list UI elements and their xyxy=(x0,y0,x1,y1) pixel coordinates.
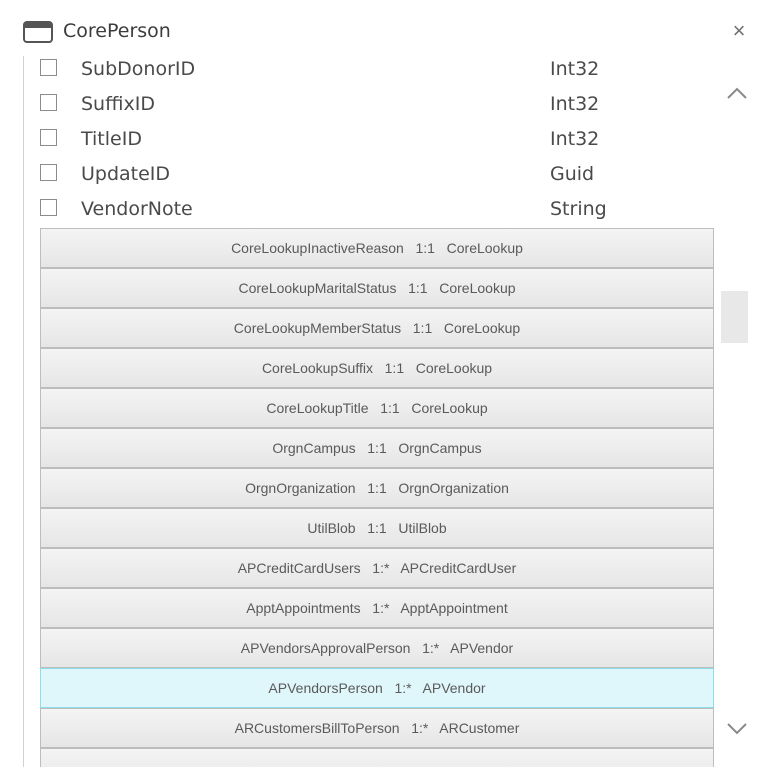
relation-button[interactable]: CoreLookupTitle 1:1 CoreLookup xyxy=(40,388,714,428)
field-name: SubDonorID xyxy=(81,58,196,80)
field-name: VendorNote xyxy=(81,198,193,220)
field-name: TitleID xyxy=(81,128,142,150)
title-bar: CorePerson × xyxy=(0,0,758,56)
field-checkbox[interactable] xyxy=(40,59,57,76)
field-row: SuffixID Int32 xyxy=(24,91,718,126)
field-name: UpdateID xyxy=(81,163,171,185)
window-title: CorePerson xyxy=(63,20,171,42)
vertical-scrollbar[interactable] xyxy=(717,56,758,767)
relation-button[interactable]: ApptAppointments 1:* ApptAppointment xyxy=(40,588,714,628)
field-type: String xyxy=(550,198,607,220)
relation-button[interactable]: CoreLookupSuffix 1:1 CoreLookup xyxy=(40,348,714,388)
field-list: SubDonorID Int32 SuffixID Int32 TitleID Int32… xyxy=(24,56,718,231)
field-row: UpdateID Guid xyxy=(24,161,718,196)
relation-button[interactable]: UtilBlob 1:1 UtilBlob xyxy=(40,508,714,548)
field-type: Int32 xyxy=(550,58,600,80)
relationship-list: CoreLookupInactiveReason 1:1 CoreLookup C… xyxy=(40,228,714,767)
relation-button[interactable]: OrgnCampus 1:1 OrgnCampus xyxy=(40,428,714,468)
field-type: Int32 xyxy=(550,93,600,115)
field-type: Guid xyxy=(550,163,595,185)
relation-button[interactable]: OrgnOrganization 1:1 OrgnOrganization xyxy=(40,468,714,508)
window-icon xyxy=(23,21,53,43)
relation-button[interactable]: APCreditCardUsers 1:* APCreditCardUser xyxy=(40,548,714,588)
relation-button[interactable]: ARCustomersBillToPerson 1:* ARCustomer xyxy=(40,708,714,748)
scrollbar-thumb[interactable] xyxy=(721,291,748,343)
chevron-up-icon[interactable] xyxy=(726,84,748,102)
relation-button[interactable]: APVendorsApprovalPerson 1:* APVendor xyxy=(40,628,714,668)
field-checkbox[interactable] xyxy=(40,129,57,146)
field-checkbox[interactable] xyxy=(40,199,57,216)
field-row: TitleID Int32 xyxy=(24,126,718,161)
relation-button[interactable]: CoreLookupMaritalStatus 1:1 CoreLookup xyxy=(40,268,714,308)
relation-button[interactable]: CoreLookupInactiveReason 1:1 CoreLookup xyxy=(40,228,714,268)
entity-content: SubDonorID Int32 SuffixID Int32 TitleID Int32… xyxy=(23,56,719,767)
field-type: Int32 xyxy=(550,128,600,150)
relation-button[interactable] xyxy=(40,748,714,767)
field-row: VendorNote String xyxy=(24,196,718,231)
field-checkbox[interactable] xyxy=(40,94,57,111)
chevron-down-icon[interactable] xyxy=(726,720,748,738)
relation-button-selected[interactable]: APVendorsPerson 1:* APVendor xyxy=(40,668,714,708)
relation-button[interactable]: CoreLookupMemberStatus 1:1 CoreLookup xyxy=(40,308,714,348)
field-name: SuffixID xyxy=(81,93,155,115)
entity-window: CorePerson × SubDonorID Int32 SuffixID Int3… xyxy=(0,0,758,767)
field-row: SubDonorID Int32 xyxy=(24,56,718,91)
close-icon[interactable]: × xyxy=(728,18,750,44)
field-checkbox[interactable] xyxy=(40,164,57,181)
